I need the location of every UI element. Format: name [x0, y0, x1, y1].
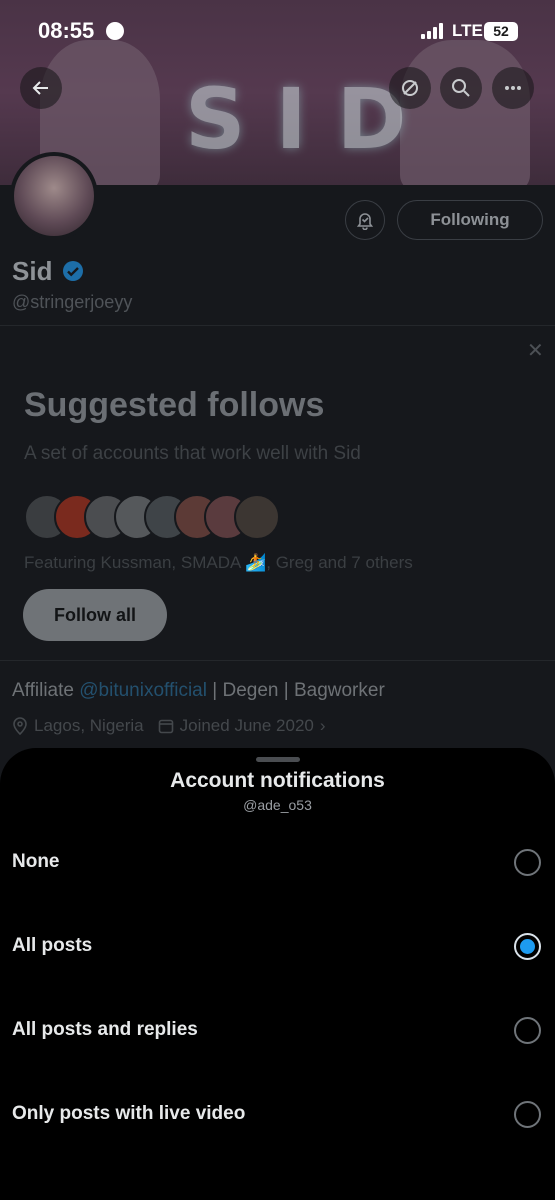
divider [0, 660, 555, 661]
profile-meta: Lagos, Nigeria Joined June 2020 › [12, 716, 326, 736]
divider [0, 325, 555, 326]
back-button[interactable] [20, 67, 62, 109]
sheet-subtitle: @ade_o53 [243, 797, 312, 813]
account-notifications-sheet: Account notifications @ade_o53 None All … [0, 748, 555, 1200]
smiley-icon [106, 22, 124, 40]
mute-icon [402, 80, 418, 96]
back-arrow-icon [32, 81, 48, 95]
status-time: 08:55 [38, 18, 95, 43]
sheet-grabber[interactable] [256, 757, 300, 762]
radio-button[interactable] [514, 849, 541, 876]
avatar [234, 494, 280, 540]
mute-button[interactable] [389, 67, 431, 109]
radio-button[interactable] [514, 1017, 541, 1044]
option-all-posts-and-replies[interactable]: All posts and replies [0, 988, 555, 1072]
signal-icon [421, 23, 447, 39]
search-icon [452, 79, 470, 97]
bio-text: Affiliate [12, 680, 80, 701]
battery-level: 52 [484, 22, 518, 41]
status-bar: 08:55 LTE 52 [0, 0, 555, 60]
profile-handle: @stringerjoeyy [12, 292, 133, 312]
option-live-video[interactable]: Only posts with live video [0, 1072, 555, 1156]
following-button[interactable]: Following [397, 200, 543, 240]
location-icon [13, 717, 27, 735]
option-label: All posts [12, 935, 93, 956]
suggested-follows-subtitle: A set of accounts that work well with Si… [24, 443, 361, 464]
option-all-posts[interactable]: All posts [0, 904, 555, 988]
more-icon [505, 86, 521, 90]
chevron-right-icon: › [319, 716, 326, 735]
follow-all-button[interactable]: Follow all [23, 589, 167, 641]
suggested-avatars[interactable] [24, 494, 294, 542]
featuring-text: Featuring Kussman, SMADA 🏄, Greg and 7 o… [24, 553, 413, 572]
search-button[interactable] [440, 67, 482, 109]
profile-name: Sid [12, 256, 53, 286]
bio-text: | Degen | Bagworker [206, 680, 385, 701]
more-button[interactable] [492, 67, 534, 109]
joined-text[interactable]: Joined June 2020 [180, 716, 314, 736]
sheet-title: Account notifications [170, 769, 385, 792]
bell-icon [356, 213, 374, 230]
option-label: None [12, 851, 60, 872]
option-none[interactable]: None [0, 820, 555, 904]
close-icon[interactable]: ✕ [527, 338, 544, 363]
option-label: All posts and replies [12, 1019, 198, 1040]
option-label: Only posts with live video [12, 1103, 246, 1124]
suggested-follows-title: Suggested follows [24, 386, 325, 424]
bio-mention-link[interactable]: @bitunixofficial [79, 680, 207, 701]
location-text: Lagos, Nigeria [34, 716, 144, 735]
radio-button[interactable] [514, 1101, 541, 1128]
radio-button-selected[interactable] [514, 933, 541, 960]
verified-badge-icon [63, 261, 83, 281]
avatar[interactable] [10, 152, 98, 240]
calendar-icon [158, 719, 173, 734]
notifications-button[interactable] [345, 200, 385, 240]
profile-bio: Affiliate @bitunixofficial | Degen | Bag… [12, 680, 385, 702]
network-type: LTE [452, 21, 483, 40]
